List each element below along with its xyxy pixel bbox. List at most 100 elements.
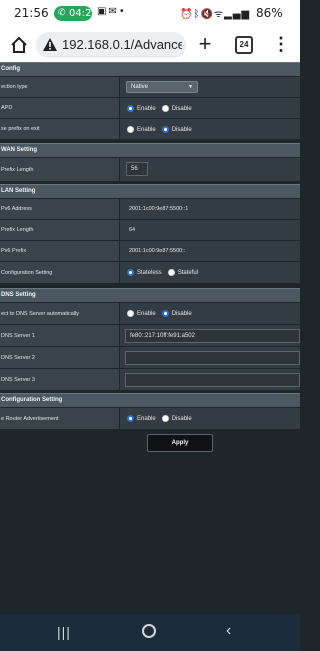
section-header-wan: WAN Setting	[0, 143, 300, 157]
stateless-label: Stateless	[137, 269, 162, 276]
dns-server-2-label: DNS Server 2	[0, 347, 120, 368]
dns-server-3-label: DNS Server 3	[0, 369, 120, 390]
row-router-advertisement: e Router Advertisement Enable Disable	[0, 408, 300, 430]
row-ipv6-prefix: Pv6 Prefix 2001:1c00:9e87:5500::	[0, 241, 300, 262]
release-prefix-disable-label: Disable	[171, 126, 192, 133]
ipv6-prefix-label: Pv6 Prefix	[0, 241, 120, 261]
gallery-icon: ▣	[97, 6, 109, 17]
row-connection-type: ection type Native ▼	[0, 77, 300, 98]
dhcp-pd-disable-label: Disable	[171, 105, 192, 112]
lan-prefix-length-label: Prefix Length	[0, 220, 120, 240]
dns-auto-enable-label: Enable	[137, 310, 156, 317]
phone-icon: ✆	[58, 8, 66, 18]
system-nav-bar: ||| ‹	[0, 614, 300, 651]
release-prefix-disable-radio[interactable]	[161, 126, 169, 133]
release-prefix-radio-group: Enable Disable	[127, 126, 195, 133]
not-secure-warning-icon	[43, 38, 57, 51]
url-text: 192.168.0.1/Advanced	[62, 37, 182, 52]
browser-toolbar: 192.168.0.1/Advanced + 24 ⋮	[0, 28, 300, 62]
address-bar[interactable]: 192.168.0.1/Advanced	[36, 32, 186, 58]
router-settings-page: Config ection type Native ▼ APD Enable D…	[0, 62, 300, 614]
lan-config-radio-group: Stateless Stateful	[127, 269, 201, 276]
dns-auto-label: ect to DNS Server automatically	[0, 303, 120, 324]
dns-auto-disable-radio[interactable]	[161, 310, 169, 317]
dot-icon: •	[118, 6, 127, 17]
row-dns-server-1: DNS Server 1 fe80::217:10ff:fe91:a502	[0, 325, 300, 347]
more-vert-icon: ⋮	[272, 34, 290, 54]
router-adv-enable-label: Enable	[137, 415, 156, 422]
home-icon	[11, 36, 27, 53]
alarm-icon: ⏰	[180, 9, 194, 20]
wan-prefix-length-input[interactable]: 56	[126, 162, 148, 176]
wan-prefix-length-label: Prefix Length	[0, 158, 120, 181]
section-header-config: Config	[0, 62, 300, 76]
mail-icon: ✉	[108, 6, 119, 17]
dhcp-pd-radio-group: Enable Disable	[127, 105, 195, 112]
lan-prefix-length-value: 64	[129, 227, 136, 233]
ipv6-address-label: Pv6 Address	[0, 199, 120, 219]
ipv6-prefix-value: 2001:1c00:9e87:5500::	[129, 248, 186, 254]
back-icon: ‹	[226, 622, 232, 639]
release-prefix-label: se prefix on exit	[0, 119, 120, 139]
call-timer-pill[interactable]: ✆ 04:24	[54, 6, 98, 21]
connection-type-label: ection type	[0, 77, 120, 97]
row-dhcp-pd: APD Enable Disable	[0, 98, 300, 119]
new-tab-button[interactable]: +	[194, 31, 216, 57]
signal-icon: ▂▄▆	[224, 9, 251, 20]
plus-icon: +	[198, 31, 212, 56]
dhcp-pd-label: APD	[0, 98, 120, 118]
recent-apps-icon: |||	[57, 624, 71, 640]
back-button[interactable]: ‹	[226, 622, 240, 640]
stateful-radio[interactable]	[167, 269, 175, 276]
mute-icon: 🔇	[200, 9, 214, 20]
dhcp-pd-disable-radio[interactable]	[161, 105, 169, 112]
tab-switcher-button[interactable]: 24	[235, 36, 253, 54]
row-ipv6-address: Pv6 Address 2001:1c00:9e87:5500::1	[0, 199, 300, 220]
row-dns-server-3: DNS Server 3	[0, 369, 300, 391]
connection-type-value: Native	[131, 84, 149, 90]
row-lan-config: Configuration Setting Stateless Stateful	[0, 262, 300, 284]
row-dns-server-2: DNS Server 2	[0, 347, 300, 369]
section-header-dns: DNS Setting	[0, 288, 300, 302]
dhcp-pd-enable-radio[interactable]	[127, 105, 134, 112]
router-adv-enable-radio[interactable]	[127, 415, 134, 422]
stateless-radio[interactable]	[127, 269, 134, 276]
system-icons: ⏰ᛒ🔇ᯤ▂▄▆	[180, 6, 250, 20]
dns-auto-enable-radio[interactable]	[127, 310, 134, 317]
router-adv-disable-radio[interactable]	[161, 415, 169, 422]
section-header-autoconf: Configuration Setting	[0, 393, 300, 407]
lan-config-label: Configuration Setting	[0, 262, 120, 283]
dns-server-1-label: DNS Server 1	[0, 325, 120, 346]
wifi-icon: ᯤ	[213, 9, 225, 20]
screen: 21:56 ✆ 04:24 ▣✉• ⏰ᛒ🔇ᯤ▂▄▆ 86% 192.168.0.…	[0, 0, 300, 651]
chevron-down-icon: ▼	[188, 84, 193, 90]
apply-button[interactable]: Apply	[147, 434, 213, 452]
browser-menu-button[interactable]: ⋮	[272, 31, 290, 57]
home-button[interactable]	[8, 34, 30, 56]
ipv6-address-value: 2001:1c00:9e87:5500::1	[129, 206, 189, 212]
row-dns-auto: ect to DNS Server automatically Enable D…	[0, 303, 300, 325]
row-wan-prefix-length: Prefix Length 56	[0, 158, 300, 182]
call-timer: 04:24	[69, 8, 98, 19]
section-header-lan: LAN Setting	[0, 184, 300, 198]
release-prefix-enable-label: Enable	[137, 126, 156, 133]
dns-server-3-input[interactable]	[125, 373, 300, 387]
dns-server-2-input[interactable]	[125, 351, 300, 365]
router-adv-disable-label: Disable	[171, 415, 192, 422]
router-adv-label: e Router Advertisement	[0, 408, 120, 429]
notification-icons: ▣✉•	[97, 6, 127, 17]
row-release-prefix: se prefix on exit Enable Disable	[0, 119, 300, 140]
home-nav-button[interactable]	[142, 624, 156, 638]
stateful-label: Stateful	[177, 269, 199, 276]
recent-apps-button[interactable]: |||	[57, 624, 73, 640]
battery-level: 86%	[256, 6, 283, 20]
dns-auto-disable-label: Disable	[171, 310, 192, 317]
release-prefix-enable-radio[interactable]	[127, 126, 134, 133]
dhcp-pd-enable-label: Enable	[137, 105, 156, 112]
dns-server-1-input[interactable]: fe80::217:10ff:fe91:a502	[125, 329, 300, 343]
status-bar: 21:56 ✆ 04:24 ▣✉• ⏰ᛒ🔇ᯤ▂▄▆ 86%	[0, 0, 300, 28]
row-lan-prefix-length: Prefix Length 64	[0, 220, 300, 241]
status-time: 21:56	[14, 6, 49, 20]
connection-type-select[interactable]: Native ▼	[126, 81, 198, 93]
router-adv-radio-group: Enable Disable	[127, 415, 195, 422]
